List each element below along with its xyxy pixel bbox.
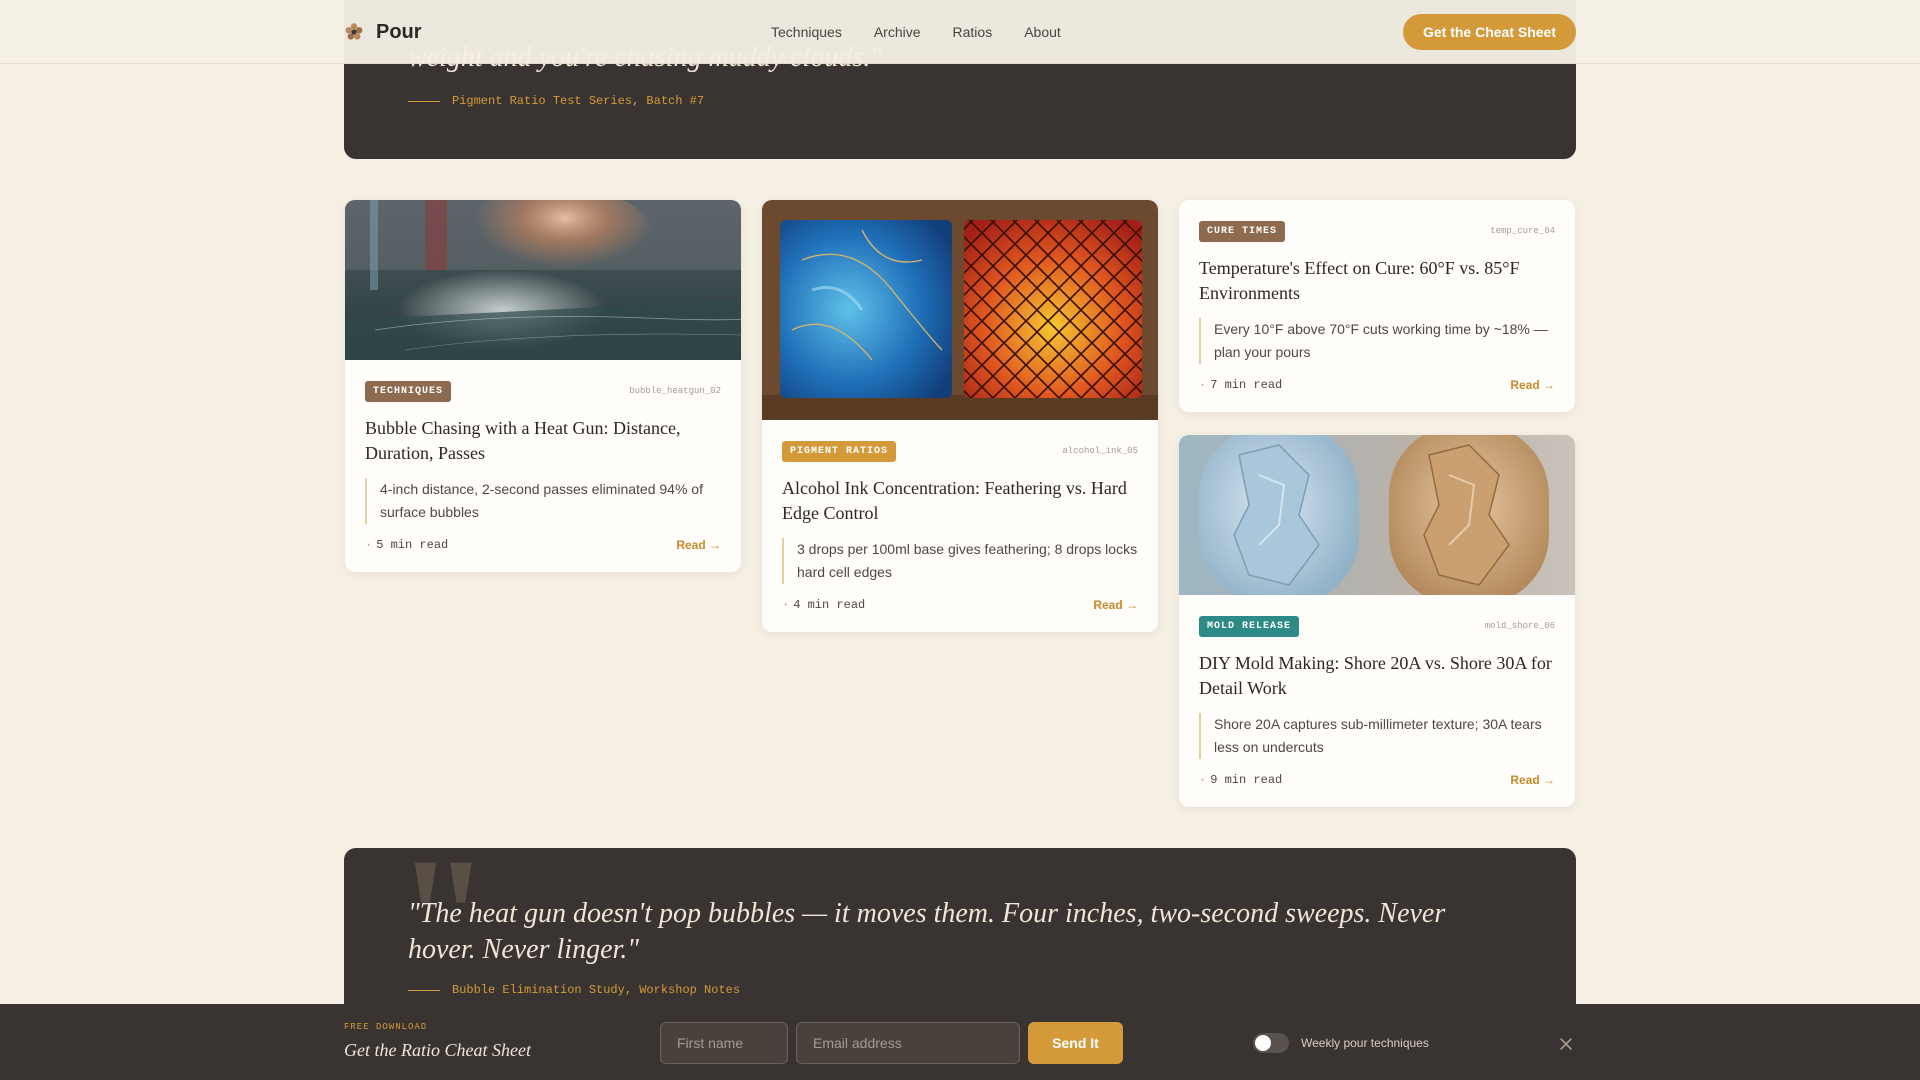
email-input[interactable] (796, 1022, 1020, 1064)
first-name-input[interactable] (660, 1022, 788, 1064)
nav-about[interactable]: About (1024, 24, 1061, 40)
newsletter-bar: FREE DOWNLOAD Get the Ratio Cheat Sheet … (0, 1004, 1920, 1080)
quote-source: Pigment Ratio Test Series, Batch #7 (452, 94, 705, 108)
attribution-dash (408, 100, 440, 102)
resin-flower-icon (345, 23, 363, 40)
article-card-cure-temp[interactable]: CURE TIMES temp_cure_04 Temperature's Ef… (1179, 200, 1575, 412)
nav-archive[interactable]: Archive (874, 24, 921, 40)
main-nav: Techniques Archive Ratios About (771, 24, 1061, 40)
article-title[interactable]: Temperature's Effect on Cure: 60°F vs. 8… (1199, 256, 1555, 306)
article-excerpt: Shore 20A captures sub-millimeter textur… (1199, 713, 1555, 759)
brand-name: Pour (376, 20, 422, 43)
article-slug: alcohol_ink_05 (1062, 446, 1138, 456)
quote-source: Bubble Elimination Study, Workshop Notes (452, 983, 741, 997)
read-link[interactable]: Read → (1510, 378, 1555, 392)
send-button[interactable]: Send It (1028, 1022, 1123, 1064)
read-time: · 7 min read (1199, 378, 1283, 392)
nav-ratios[interactable]: Ratios (953, 24, 993, 40)
brand[interactable]: Pour (344, 21, 422, 44)
read-time: · 5 min read (365, 538, 449, 552)
read-link[interactable]: Read → (1093, 598, 1138, 612)
read-time: · 4 min read (782, 598, 866, 612)
newsletter-eyebrow: FREE DOWNLOAD (344, 1022, 428, 1032)
article-excerpt: Every 10°F above 70°F cuts working time … (1199, 318, 1555, 364)
article-excerpt: 3 drops per 100ml base gives feathering;… (782, 538, 1138, 584)
article-slug: mold_shore_06 (1484, 621, 1555, 631)
article-title[interactable]: DIY Mold Making: Shore 20A vs. Shore 30A… (1199, 651, 1555, 701)
nav-techniques[interactable]: Techniques (771, 24, 842, 40)
quote-text: "The heat gun doesn't pop bubbles — it m… (408, 898, 1446, 965)
article-excerpt: 4-inch distance, 2-second passes elimina… (365, 478, 721, 524)
read-link[interactable]: Read → (1510, 773, 1555, 787)
alcohol-ink-tiles-photo (762, 200, 1158, 420)
category-badge[interactable]: MOLD RELEASE (1199, 615, 1300, 637)
weekly-toggle[interactable] (1253, 1033, 1289, 1053)
silicone-molds-photo (1179, 435, 1575, 595)
close-icon[interactable] (1557, 1035, 1575, 1053)
article-card-alcohol-ink[interactable]: PIGMENT RATIOS alcohol_ink_05 Alcohol In… (762, 200, 1158, 632)
heat-gun-photo (345, 200, 741, 360)
read-link[interactable]: Read → (676, 538, 721, 552)
site-header: Pour Techniques Archive Ratios About Get… (0, 0, 1920, 64)
article-title[interactable]: Alcohol Ink Concentration: Feathering vs… (782, 476, 1138, 526)
article-title[interactable]: Bubble Chasing with a Heat Gun: Distance… (365, 416, 721, 466)
quote-attribution: Pigment Ratio Test Series, Batch #7 (408, 94, 704, 108)
article-slug: temp_cure_04 (1490, 226, 1555, 236)
article-card-mold-making[interactable]: MOLD RELEASE mold_shore_06 DIY Mold Maki… (1179, 435, 1575, 807)
attribution-dash (408, 989, 440, 991)
category-badge[interactable]: CURE TIMES (1199, 220, 1286, 242)
article-slug: bubble_heatgun_02 (629, 386, 721, 396)
read-time: · 9 min read (1199, 773, 1283, 787)
cheat-sheet-button[interactable]: Get the Cheat Sheet (1402, 14, 1576, 50)
category-badge[interactable]: TECHNIQUES (365, 380, 452, 402)
category-badge[interactable]: PIGMENT RATIOS (782, 440, 897, 462)
toggle-label: Weekly pour techniques (1301, 1036, 1429, 1050)
toggle-knob (1255, 1035, 1271, 1051)
newsletter-title: Get the Ratio Cheat Sheet (344, 1040, 531, 1060)
quote-attribution: Bubble Elimination Study, Workshop Notes (408, 983, 740, 997)
article-card-heatgun[interactable]: TECHNIQUES bubble_heatgun_02 Bubble Chas… (345, 200, 741, 572)
